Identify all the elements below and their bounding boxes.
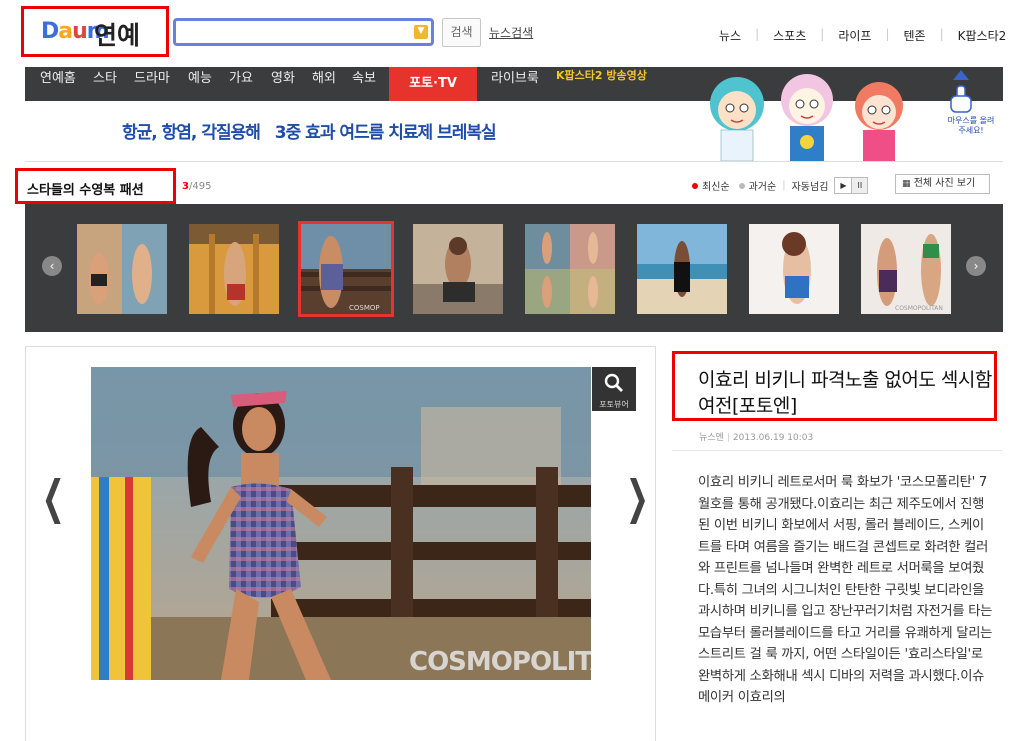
article-title: 이효리 비키니 파격노출 없어도 섹시함 여전[포토엔] — [698, 369, 992, 417]
nav-movie[interactable]: 영화 — [271, 67, 295, 101]
next-photo-icon[interactable]: ❯ — [626, 470, 649, 524]
thumbnail-2[interactable] — [189, 224, 279, 314]
all-photos-label: 전체 사진 보기 — [913, 178, 976, 189]
nav-kpop-video[interactable]: K팝스타2 방송영상 — [556, 67, 647, 101]
sort-latest[interactable]: 최신순 — [702, 178, 730, 193]
ad-banner-illustration[interactable] — [695, 68, 1003, 161]
divider — [25, 161, 1003, 162]
active-dot-icon — [692, 182, 698, 189]
thumb-watermark: COSMOPOLITAN — [895, 305, 943, 312]
section-name: 연예 — [94, 21, 141, 50]
top-nav-sports[interactable]: 스포츠 — [759, 27, 820, 44]
thumbnail-strip: ‹ COSMOP COSMOPOLITAN › — [25, 204, 1003, 332]
photo-viewer-button[interactable]: 포토뷰어 — [592, 367, 636, 411]
article-date: 2013.06.19 10:03 — [732, 433, 814, 443]
nav-variety[interactable]: 예능 — [188, 67, 212, 101]
thumbnail-7[interactable] — [749, 224, 839, 314]
thumbnail-8[interactable]: COSMOPOLITAN — [861, 224, 951, 314]
article-source[interactable]: 뉴스엔 — [699, 433, 724, 443]
mouse-hint-text: 마우스를 올려주세요! — [947, 116, 995, 135]
nav-live-brook[interactable]: 라이브룩 — [491, 67, 539, 101]
article-body: 이효리 비키니 레트로서머 룩 화보가 '코스모폴리탄' 7월호를 통해 공개됐… — [698, 475, 993, 705]
nav-music[interactable]: 가요 — [229, 67, 253, 101]
search-button[interactable]: 검색 — [442, 18, 481, 47]
gallery-current: 3 — [182, 181, 189, 192]
nav-drama[interactable]: 드라마 — [134, 67, 170, 101]
all-photos-button[interactable]: ▦ 전체 사진 보기 — [895, 174, 990, 194]
thumb-watermark: COSMOP — [349, 304, 380, 312]
auto-flip-label: 자동넘김 — [791, 182, 829, 193]
thumbnail-4[interactable] — [413, 224, 503, 314]
search-input[interactable] — [178, 22, 414, 42]
thumbnail-5[interactable] — [525, 224, 615, 314]
nav-breaking[interactable]: 속보 — [352, 67, 376, 101]
nav-overseas[interactable]: 해외 — [312, 67, 336, 101]
cartoon-character-icon — [710, 77, 764, 161]
thumbnail-6[interactable] — [637, 224, 727, 314]
nav-ent-home[interactable]: 연예홈 — [40, 67, 76, 101]
play-icon[interactable]: ▶ — [835, 178, 851, 193]
gallery-total: /495 — [188, 181, 212, 192]
prev-photo-icon[interactable]: ❮ — [42, 470, 65, 524]
prev-thumb-icon[interactable]: ‹ — [42, 256, 62, 276]
photo-viewer-label: 포토뷰어 — [599, 400, 629, 409]
ad-banner-text[interactable]: 항균, 항염, 각질용해 3중 효과 여드름 치료제 브레복실 — [122, 118, 497, 143]
pointer-hand-icon — [950, 70, 972, 113]
inactive-dot-icon — [738, 182, 745, 189]
next-thumb-icon[interactable]: › — [966, 256, 986, 276]
gallery-title[interactable]: 스타들의 수영복 패션 — [27, 179, 144, 198]
top-nav-tenzone[interactable]: 텐존 — [889, 27, 939, 44]
divider — [672, 450, 1002, 451]
search-box[interactable]: ▼ — [173, 18, 434, 46]
logo[interactable]: Daum 연예 — [21, 6, 169, 57]
thumbnail-1[interactable] — [77, 224, 167, 314]
pause-icon[interactable]: II — [851, 178, 868, 193]
photo-watermark: COSMOPOLITAN — [409, 647, 591, 677]
grid-icon: ▦ — [902, 179, 911, 189]
auto-flip-control: ▶ II — [834, 177, 869, 194]
top-nav-kpopstar[interactable]: K팝스타2 — [944, 27, 1007, 44]
magnifier-icon — [604, 373, 623, 392]
gallery-controls: 최신순 과거순 | 자동넘김 ▶ II — [692, 177, 869, 194]
ad-text-a: 항균, 항염, 각질용해 — [122, 123, 261, 143]
nav-star[interactable]: 스타 — [93, 67, 117, 101]
top-nav: 뉴스 | 스포츠 | 라이프 | 텐존 | K팝스타2 — [705, 27, 1006, 44]
sort-past[interactable]: 과거순 — [749, 178, 777, 193]
ad-text-b: 3중 효과 여드름 치료제 브레복실 — [274, 123, 497, 143]
top-nav-life[interactable]: 라이프 — [824, 27, 885, 44]
news-search-link[interactable]: 뉴스검색 — [489, 24, 533, 41]
main-photo[interactable]: COSMOPOLITAN — [91, 367, 591, 680]
article-meta: 뉴스엔 | 2013.06.19 10:03 — [699, 433, 814, 443]
thumbnail-3-selected[interactable]: COSMOP — [298, 221, 394, 317]
nav-photo-tv[interactable]: 포토·TV — [389, 67, 477, 101]
gallery-counter: 3/495 — [182, 181, 211, 192]
top-nav-news[interactable]: 뉴스 — [705, 27, 755, 44]
chevron-down-icon[interactable]: ▼ — [414, 25, 428, 39]
